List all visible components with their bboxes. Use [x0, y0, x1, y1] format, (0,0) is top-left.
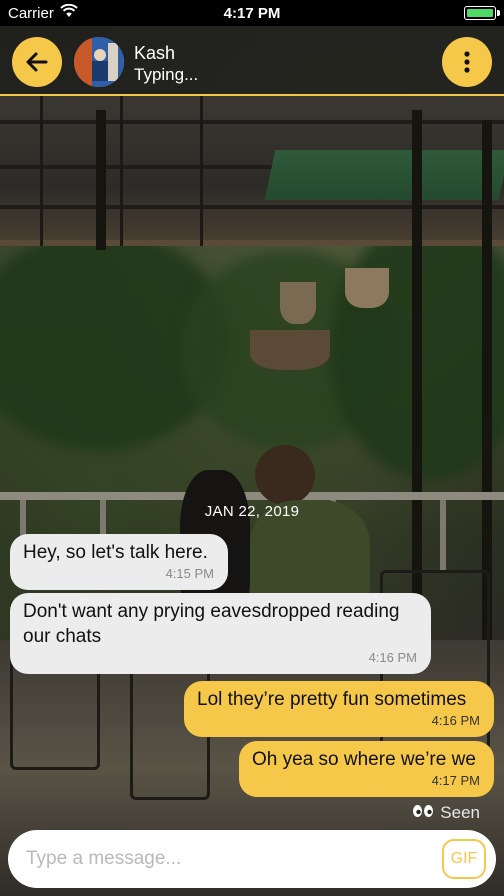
- chat-header: Kash Typing...: [0, 26, 504, 96]
- message-time: 4:16 PM: [368, 650, 417, 665]
- eyes-icon: [412, 804, 434, 822]
- message-input[interactable]: [26, 840, 426, 878]
- more-vertical-icon: [464, 51, 470, 73]
- arrow-left-icon: [26, 52, 48, 72]
- back-button[interactable]: [12, 37, 62, 87]
- contact-name: Kash: [134, 43, 176, 63]
- message-time: 4:16 PM: [431, 713, 480, 728]
- message-bubble-incoming[interactable]: Hey, so let's talk here. 4:15 PM: [10, 534, 228, 590]
- message-bubble-outgoing[interactable]: Lol they’re pretty fun sometimes 4:16 PM: [184, 681, 494, 737]
- status-bar: Carrier 4:17 PM: [0, 0, 504, 26]
- message-composer: GIF: [8, 830, 496, 888]
- message-time: 4:15 PM: [165, 566, 214, 581]
- gif-button[interactable]: GIF: [442, 839, 486, 879]
- avatar[interactable]: [74, 37, 124, 87]
- typing-indicator: Typing...: [134, 65, 199, 84]
- message-bubble-outgoing[interactable]: Oh yea so where we’re we 4:17 PM: [239, 741, 494, 797]
- message-time: 4:17 PM: [431, 773, 480, 788]
- menu-button[interactable]: [442, 37, 492, 87]
- seen-indicator: Seen: [412, 803, 480, 823]
- seen-label: Seen: [440, 803, 480, 822]
- status-time: 4:17 PM: [223, 5, 281, 22]
- battery-icon: [464, 6, 500, 20]
- date-separator: JAN 22, 2019: [204, 503, 300, 520]
- message-bubble-incoming[interactable]: Don't want any prying eavesdropped readi…: [10, 593, 431, 674]
- message-text: Don't want any prying eavesdropped readi…: [23, 601, 400, 647]
